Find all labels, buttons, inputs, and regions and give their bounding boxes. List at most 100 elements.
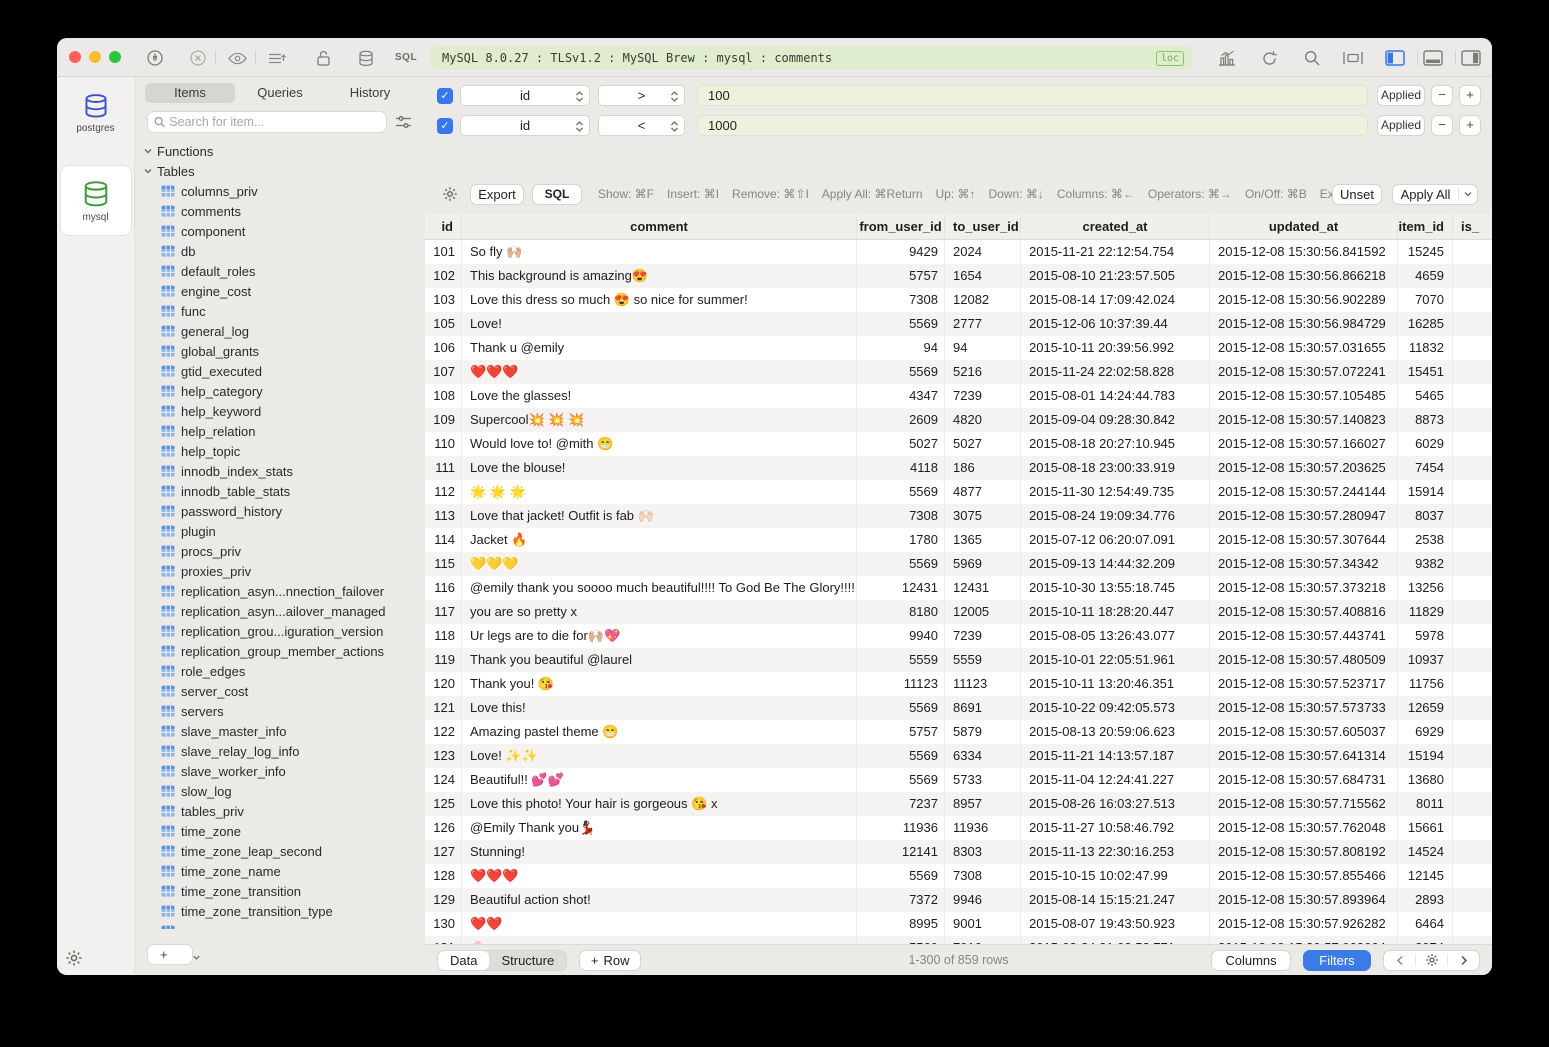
sidebar-table-item[interactable]: plugin: [135, 521, 425, 541]
cell-comment[interactable]: Love that jacket! Outfit is fab 🙌🏻: [462, 504, 857, 528]
sidebar-table-item[interactable]: procs_priv: [135, 541, 425, 561]
cell-to_user_id[interactable]: 8691: [945, 696, 1021, 720]
sidebar-table-item[interactable]: user: [135, 921, 425, 929]
cell-item_id[interactable]: 15194: [1398, 744, 1453, 768]
filter-sliders-icon[interactable]: [393, 112, 413, 132]
table-row[interactable]: 111Love the blouse!41181862015-08-18 23:…: [425, 456, 1492, 480]
cell-id[interactable]: 113: [425, 504, 462, 528]
cell-from_user_id[interactable]: 12141: [857, 840, 945, 864]
cell-comment[interactable]: Jacket 🔥: [462, 528, 857, 552]
cell-id[interactable]: 107: [425, 360, 462, 384]
filter-status-badge[interactable]: Applied: [1377, 115, 1425, 136]
cell-id[interactable]: 120: [425, 672, 462, 696]
cell-updated_at[interactable]: 2015-12-08 15:30:57.855466: [1210, 864, 1398, 888]
table-row[interactable]: 126@Emily Thank you💃🏿11936119362015-11-2…: [425, 816, 1492, 840]
settings-gear-icon[interactable]: [65, 949, 83, 967]
table-row[interactable]: 101So fly 🙌🏼942920242015-11-21 22:12:54.…: [425, 240, 1492, 264]
cell-comment[interactable]: Love this!: [462, 696, 857, 720]
sidebar-table-item[interactable]: replication_grou...iguration_version: [135, 621, 425, 641]
cell-to_user_id[interactable]: 5216: [945, 360, 1021, 384]
cell-is_[interactable]: [1453, 360, 1492, 384]
table-row[interactable]: 114Jacket 🔥178013652015-07-12 06:20:07.0…: [425, 528, 1492, 552]
cell-is_[interactable]: [1453, 840, 1492, 864]
cell-to_user_id[interactable]: 94: [945, 336, 1021, 360]
cell-updated_at[interactable]: 2015-12-08 15:30:56.841592: [1210, 240, 1398, 264]
cell-item_id[interactable]: 5978: [1398, 624, 1453, 648]
cell-is_[interactable]: [1453, 432, 1492, 456]
cell-comment[interactable]: Thank u @emily: [462, 336, 857, 360]
toggle-sidebar-icon[interactable]: [1385, 48, 1405, 68]
cell-updated_at[interactable]: 2015-12-08 15:30:57.203625: [1210, 456, 1398, 480]
add-filter-button[interactable]: +: [1459, 115, 1481, 136]
cell-from_user_id[interactable]: 5569: [857, 864, 945, 888]
cell-created_at[interactable]: 2015-08-07 19:43:50.923: [1021, 912, 1210, 936]
sidebar-table-item[interactable]: time_zone_transition: [135, 881, 425, 901]
cell-id[interactable]: 109: [425, 408, 462, 432]
cell-item_id[interactable]: 6929: [1398, 720, 1453, 744]
cell-is_[interactable]: [1453, 816, 1492, 840]
cell-updated_at[interactable]: 2015-12-08 15:30:57.926282: [1210, 912, 1398, 936]
group-functions[interactable]: Functions: [135, 141, 425, 161]
table-row[interactable]: 130❤️❤️899590012015-08-07 19:43:50.92320…: [425, 912, 1492, 936]
cell-id[interactable]: 117: [425, 600, 462, 624]
cell-from_user_id[interactable]: 5569: [857, 480, 945, 504]
sidebar-table-item[interactable]: gtid_executed: [135, 361, 425, 381]
cell-created_at[interactable]: 2015-11-24 22:02:58.828: [1021, 360, 1210, 384]
sidebar-table-item[interactable]: replication_asyn...nnection_failover: [135, 581, 425, 601]
sidebar-table-item[interactable]: global_grants: [135, 341, 425, 361]
cell-id[interactable]: 115: [425, 552, 462, 576]
connection-mysql[interactable]: mysql: [61, 166, 131, 235]
cell-item_id[interactable]: 11832: [1398, 336, 1453, 360]
sidebar-table-item[interactable]: help_category: [135, 381, 425, 401]
connection-postgres[interactable]: postgres: [61, 85, 131, 140]
cell-updated_at[interactable]: 2015-12-08 15:30:57.373218: [1210, 576, 1398, 600]
cell-created_at[interactable]: 2015-08-05 13:26:43.077: [1021, 624, 1210, 648]
lock-icon[interactable]: [313, 48, 333, 68]
table-row[interactable]: 115💛💛💛556959692015-09-13 14:44:32.209201…: [425, 552, 1492, 576]
column-header-comment[interactable]: comment: [462, 214, 857, 239]
cell-to_user_id[interactable]: 2777: [945, 312, 1021, 336]
sidebar-table-item[interactable]: engine_cost: [135, 281, 425, 301]
prev-page-button[interactable]: [1384, 955, 1415, 966]
filter-value-input[interactable]: 100: [697, 85, 1368, 106]
cell-id[interactable]: 128: [425, 864, 462, 888]
cell-updated_at[interactable]: 2015-12-08 15:30:57.605037: [1210, 720, 1398, 744]
cell-created_at[interactable]: 2015-08-24 21:08:52.771: [1021, 936, 1210, 944]
cell-from_user_id[interactable]: 5569: [857, 696, 945, 720]
cell-updated_at[interactable]: 2015-12-08 15:30:56.866218: [1210, 264, 1398, 288]
cell-is_[interactable]: [1453, 936, 1492, 944]
cell-updated_at[interactable]: 2015-12-08 15:30:57.140823: [1210, 408, 1398, 432]
add-filter-button[interactable]: +: [1459, 85, 1481, 106]
cell-to_user_id[interactable]: 1365: [945, 528, 1021, 552]
cell-id[interactable]: 131: [425, 936, 462, 944]
cell-to_user_id[interactable]: 4877: [945, 480, 1021, 504]
zoom-window-button[interactable]: [109, 51, 121, 63]
cell-comment[interactable]: Beautiful!! 💕💕: [462, 768, 857, 792]
cell-comment[interactable]: Would love to! @mith 😁: [462, 432, 857, 456]
cell-created_at[interactable]: 2015-11-13 22:30:16.253: [1021, 840, 1210, 864]
table-row[interactable]: 108Love the glasses!434772392015-08-01 1…: [425, 384, 1492, 408]
sql-button[interactable]: SQL: [532, 184, 582, 205]
cell-to_user_id[interactable]: 12082: [945, 288, 1021, 312]
column-header-item_id[interactable]: item_id: [1398, 214, 1453, 239]
table-row[interactable]: 109Supercool💥 💥 💥260948202015-09-04 09:2…: [425, 408, 1492, 432]
cell-from_user_id[interactable]: 5569: [857, 768, 945, 792]
cell-to_user_id[interactable]: 7308: [945, 864, 1021, 888]
cell-from_user_id[interactable]: 5757: [857, 720, 945, 744]
search-input[interactable]: [169, 115, 380, 129]
cell-item_id[interactable]: 5465: [1398, 384, 1453, 408]
cell-comment[interactable]: Thank you beautiful @laurel: [462, 648, 857, 672]
preview-eye-icon[interactable]: [227, 48, 247, 68]
cell-created_at[interactable]: 2015-11-27 10:58:46.792: [1021, 816, 1210, 840]
refresh-icon[interactable]: [1259, 48, 1279, 68]
cell-created_at[interactable]: 2015-09-13 14:44:32.209: [1021, 552, 1210, 576]
cell-is_[interactable]: [1453, 576, 1492, 600]
cell-to_user_id[interactable]: 11123: [945, 672, 1021, 696]
filter-operator-select[interactable]: <: [598, 115, 685, 136]
cell-created_at[interactable]: 2015-10-11 13:20:46.351: [1021, 672, 1210, 696]
cell-created_at[interactable]: 2015-08-14 15:15:21.247: [1021, 888, 1210, 912]
cell-comment[interactable]: @Emily Thank you💃🏿: [462, 816, 857, 840]
cell-from_user_id[interactable]: 5569: [857, 744, 945, 768]
column-header-created_at[interactable]: created_at: [1021, 214, 1210, 239]
add-row-button[interactable]: + Row: [579, 950, 641, 971]
